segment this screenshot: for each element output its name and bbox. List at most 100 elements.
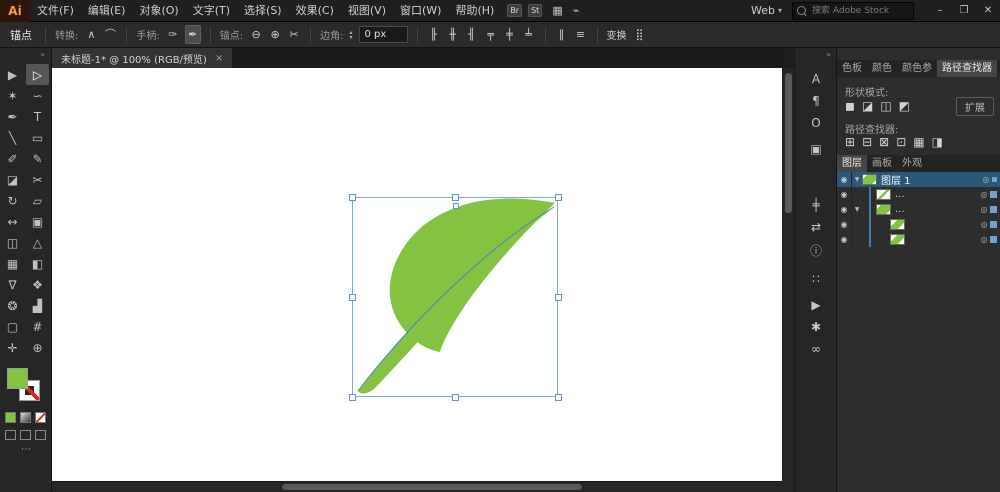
layer-row-1[interactable]: ◉... ◎ xyxy=(837,187,1000,202)
scale-tool[interactable]: ▱ xyxy=(26,190,49,211)
convert-corner-icon[interactable]: ∧ xyxy=(84,26,98,43)
direct-selection-tool[interactable]: ▷ xyxy=(26,64,49,85)
menu-item-2[interactable]: 对象(O) xyxy=(132,0,185,22)
links-panel-icon[interactable]: ∞ xyxy=(795,340,837,358)
selection-handle-sw[interactable] xyxy=(349,394,356,401)
anchor-point[interactable] xyxy=(453,203,459,209)
panel-tab-2[interactable]: 颜色参 xyxy=(897,60,937,77)
layer-thumbnail[interactable] xyxy=(862,174,877,185)
selection-handle-nw[interactable] xyxy=(349,194,356,201)
document-tab[interactable]: 未标题-1* @ 100% (RGB/预览) × xyxy=(52,48,233,68)
scissors-tool[interactable]: ✂ xyxy=(26,169,49,190)
align-left-icon[interactable]: ╟ xyxy=(427,26,441,43)
transform-panel-icon[interactable]: ⇄ xyxy=(795,218,837,236)
layer-thumbnail[interactable] xyxy=(876,189,891,200)
workspace-icon[interactable]: ⌁ xyxy=(573,4,580,17)
target-icon[interactable]: ◎ xyxy=(978,205,990,214)
artboards-panel-icon[interactable]: ▣ xyxy=(795,140,837,158)
selection-handle-w[interactable] xyxy=(349,294,356,301)
selection-handle-n[interactable] xyxy=(452,194,459,201)
menu-item-4[interactable]: 选择(S) xyxy=(237,0,289,22)
layer-row-0[interactable]: ◉ ▼ 图层 1 ◎ xyxy=(837,172,1000,187)
target-icon[interactable]: ◎ xyxy=(980,175,992,184)
workspace-switcher[interactable]: Web ▾ xyxy=(751,4,782,17)
menu-item-3[interactable]: 文字(T) xyxy=(186,0,237,22)
add-anchor-icon[interactable]: ⊕ xyxy=(268,26,282,43)
none-button[interactable] xyxy=(35,412,46,423)
pen-tool[interactable]: ✒ xyxy=(1,106,24,127)
target-icon[interactable]: ◎ xyxy=(978,220,990,229)
paintbrush-tool[interactable]: ✐ xyxy=(1,148,24,169)
vertical-scrollbar-thumb[interactable] xyxy=(785,73,792,213)
layer-thumbnail[interactable] xyxy=(890,234,905,245)
menu-item-7[interactable]: 窗口(W) xyxy=(393,0,448,22)
expand-button[interactable]: 扩展 xyxy=(956,97,994,116)
search-input[interactable] xyxy=(810,4,909,17)
gradient-tool[interactable]: ◧ xyxy=(26,253,49,274)
eye-icon[interactable]: ◉ xyxy=(837,202,852,217)
panel-tab-3[interactable]: 路径查找器 xyxy=(937,60,997,77)
gradient-button[interactable] xyxy=(20,412,31,423)
close-tab-icon[interactable]: × xyxy=(215,53,223,64)
panel-tab-1[interactable]: 颜色 xyxy=(867,60,897,77)
lasso-tool[interactable]: ∽ xyxy=(26,85,49,106)
line-tool[interactable]: ╲ xyxy=(1,127,24,148)
layer-row-2[interactable]: ◉ ▼... ◎ xyxy=(837,202,1000,217)
draw-normal-button[interactable] xyxy=(5,430,16,440)
panel-tab-0[interactable]: 色板 xyxy=(837,60,867,77)
trim-icon[interactable]: ⊟ xyxy=(862,135,872,149)
layers-tab-2[interactable]: 外观 xyxy=(897,155,927,172)
align-top-icon[interactable]: ╤ xyxy=(484,26,498,43)
layers-tab-0[interactable]: 图层 xyxy=(837,155,867,172)
horizontal-scrollbar[interactable] xyxy=(52,481,782,492)
close-button[interactable]: ✕ xyxy=(976,0,1000,22)
expander-icon[interactable]: ▼ xyxy=(852,176,862,183)
align-middle-icon[interactable]: ╪ xyxy=(503,26,517,43)
expand-panels-icon[interactable]: » xyxy=(795,48,836,59)
draw-behind-button[interactable] xyxy=(20,430,31,440)
symbol-sprayer-tool[interactable]: ❂ xyxy=(1,295,24,316)
rotate-tool[interactable]: ↻ xyxy=(1,190,24,211)
menu-item-5[interactable]: 效果(C) xyxy=(289,0,341,22)
menu-item-6[interactable]: 视图(V) xyxy=(341,0,393,22)
info-panel-icon[interactable]: ⓘ xyxy=(795,242,837,260)
unite-icon[interactable]: ◼ xyxy=(845,99,855,113)
selection-handle-s[interactable] xyxy=(452,394,459,401)
paragraph-panel-icon[interactable]: ¶ xyxy=(795,92,837,110)
outline-icon[interactable]: ▦ xyxy=(913,135,924,149)
align-panel-icon[interactable]: ╪ xyxy=(795,196,837,214)
minus-back-icon[interactable]: ◨ xyxy=(932,135,943,149)
eye-icon[interactable]: ◉ xyxy=(837,187,852,202)
target-icon[interactable]: ◎ xyxy=(978,235,990,244)
more-options-icon[interactable]: ⣿ xyxy=(633,26,647,43)
layer-thumbnail[interactable] xyxy=(876,204,891,215)
exclude-icon[interactable]: ◩ xyxy=(899,99,910,113)
blend-tool[interactable]: ❖ xyxy=(26,274,49,295)
draw-inside-button[interactable] xyxy=(35,430,46,440)
remove-anchor-icon[interactable]: ⊖ xyxy=(249,26,263,43)
collapse-tools-icon[interactable]: » xyxy=(0,48,51,62)
align-bottom-icon[interactable]: ╧ xyxy=(522,26,536,43)
character-panel-icon[interactable]: A xyxy=(795,70,837,88)
artboard-tool[interactable]: ▢ xyxy=(1,316,24,337)
eraser-tool[interactable]: ◪ xyxy=(1,169,24,190)
bridge-badge[interactable]: Br xyxy=(507,4,523,17)
width-tool[interactable]: ↔ xyxy=(1,211,24,232)
align-right-icon[interactable]: ╢ xyxy=(465,26,479,43)
minus-front-icon[interactable]: ◪ xyxy=(862,99,873,113)
menu-item-1[interactable]: 编辑(E) xyxy=(81,0,133,22)
divide-icon[interactable]: ⊞ xyxy=(845,135,855,149)
zoom-tool[interactable]: ⊕ xyxy=(26,337,49,358)
pencil-tool[interactable]: ✎ xyxy=(26,148,49,169)
eye-icon[interactable]: ◉ xyxy=(837,172,852,187)
opentype-panel-icon[interactable]: O xyxy=(795,114,837,132)
layer-row-3[interactable]: ◉ ◎ xyxy=(837,217,1000,232)
layer-thumbnail[interactable] xyxy=(890,219,905,230)
intersect-icon[interactable]: ◫ xyxy=(880,99,891,113)
align-center-icon[interactable]: ╫ xyxy=(446,26,460,43)
restore-button[interactable]: ❐ xyxy=(952,0,976,22)
expander-icon[interactable]: ▼ xyxy=(852,206,862,213)
layer-row-4[interactable]: ◉ ◎ xyxy=(837,232,1000,247)
vertical-scrollbar[interactable] xyxy=(782,68,794,481)
arrange-documents-icon[interactable]: ▦ xyxy=(552,4,562,17)
